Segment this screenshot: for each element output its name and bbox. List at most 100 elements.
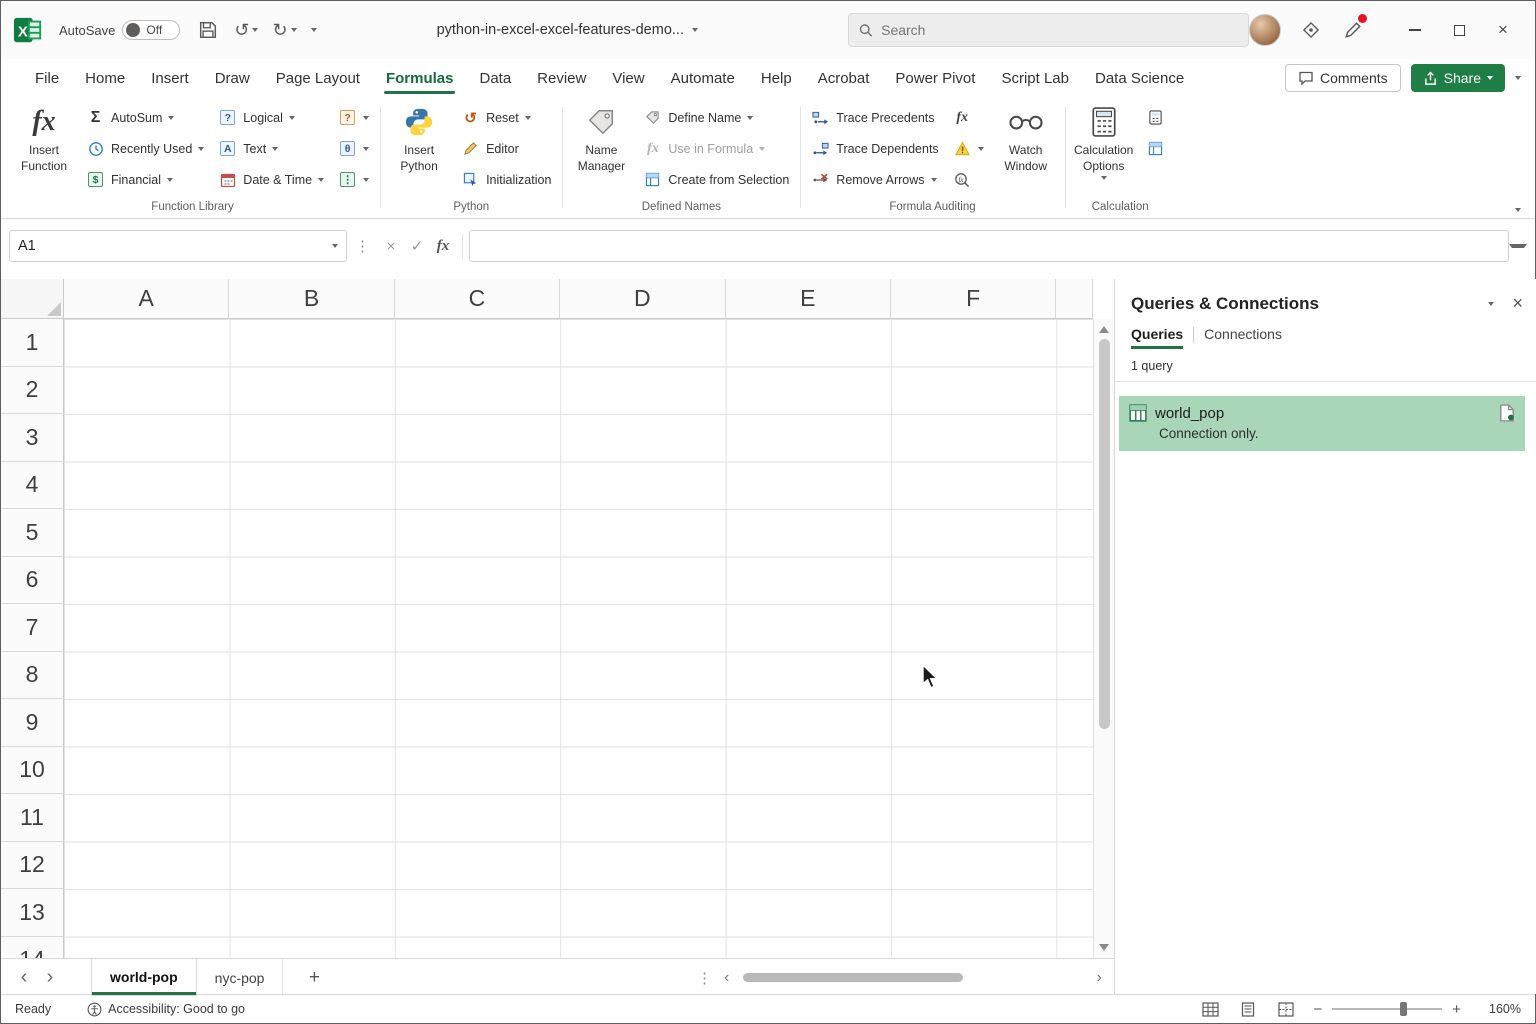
expand-formula-bar-icon[interactable] [1509,244,1527,248]
search-input[interactable] [881,22,1238,38]
page-break-view-button[interactable] [1275,999,1297,1019]
create-from-selection-button[interactable]: Create from Selection [638,164,794,195]
vertical-scrollbar[interactable] [1093,319,1114,958]
scroll-up-icon[interactable] [1099,326,1109,333]
column-header-partial[interactable] [1056,279,1093,319]
python-editor-button[interactable]: Editor [456,133,556,164]
tab-automate[interactable]: Automate [659,64,747,93]
customize-quick-access-button[interactable] [311,28,317,32]
row-header[interactable]: 14 [1,937,64,959]
column-header-c[interactable]: C [395,279,560,319]
search-box[interactable] [848,13,1249,47]
python-initialization-button[interactable]: Initialization [456,164,556,195]
cancel-formula-button[interactable]: × [378,232,404,260]
panel-tab-queries[interactable]: Queries [1131,326,1183,349]
column-header-b[interactable]: B [229,279,394,319]
tab-data[interactable]: Data [467,64,523,93]
accessibility-status[interactable]: Accessibility: Good to go [87,1002,245,1017]
financial-button[interactable]: $ Financial [81,164,209,195]
normal-view-button[interactable] [1199,999,1221,1019]
row-header[interactable]: 8 [1,652,64,700]
autosave-toggle[interactable]: Off [122,20,180,40]
query-item-world-pop[interactable]: world_pop Connection only. [1119,396,1525,451]
tab-page-layout[interactable]: Page Layout [264,64,372,93]
sheet-bar-more-icon[interactable]: ⋮ [687,969,722,987]
row-header[interactable]: 9 [1,699,64,747]
row-header[interactable]: 3 [1,414,64,462]
sheet-tab-world-pop[interactable]: world-pop [91,959,197,996]
formula-bar-handle-icon[interactable]: ⋮ [347,237,378,255]
column-header-a[interactable]: A [64,279,229,319]
tab-review[interactable]: Review [525,64,598,93]
remove-arrows-button[interactable]: Remove Arrows [806,164,943,195]
row-header[interactable]: 12 [1,842,64,890]
text-button[interactable]: A Text [213,133,329,164]
name-box[interactable]: A1 [9,230,347,262]
comments-button[interactable]: Comments [1285,64,1401,92]
tab-formulas[interactable]: Formulas [374,64,466,93]
scroll-right-icon[interactable]: › [1095,969,1104,987]
document-title[interactable]: python-in-excel-excel-features-demo... [437,22,698,38]
zoom-level[interactable]: 160% [1477,1002,1521,1016]
sheet-nav-next-icon[interactable]: › [37,966,63,989]
horizontal-scroll-thumb[interactable] [743,973,963,982]
pen-icon[interactable] [1341,18,1365,42]
tab-view[interactable]: View [600,64,656,93]
tab-insert[interactable]: Insert [139,64,201,93]
panel-chevron-down-icon[interactable] [1488,302,1494,306]
diamond-target-icon[interactable] [1299,18,1323,42]
tab-acrobat[interactable]: Acrobat [806,64,882,93]
tab-file[interactable]: File [23,64,71,93]
show-formulas-button[interactable]: fx [948,102,989,133]
column-header-e[interactable]: E [726,279,891,319]
panel-close-icon[interactable]: × [1512,293,1523,314]
tab-script-lab[interactable]: Script Lab [989,64,1081,93]
math-trig-button[interactable]: θ [333,133,374,164]
row-header[interactable]: 1 [1,319,64,367]
vertical-scroll-thumb[interactable] [1099,339,1110,729]
collapse-ribbon-icon[interactable] [1515,208,1521,212]
share-button[interactable]: Share [1411,64,1505,92]
zoom-in-button[interactable]: + [1452,1001,1461,1018]
calculate-now-button[interactable] [1141,102,1170,133]
column-header-f[interactable]: F [891,279,1056,319]
tab-home[interactable]: Home [73,64,137,93]
avatar[interactable] [1249,14,1281,46]
row-header[interactable]: 5 [1,509,64,557]
row-header[interactable]: 13 [1,889,64,937]
define-name-button[interactable]: Define Name [638,102,794,133]
zoom-slider-thumb[interactable] [1400,1002,1407,1016]
watch-window-button[interactable]: Watch Window [993,99,1059,176]
insert-function-small-button[interactable]: fx [430,232,456,260]
name-manager-button[interactable]: Name Manager [568,99,634,176]
row-header[interactable]: 4 [1,462,64,510]
insert-python-button[interactable]: Insert Python [386,99,452,176]
grid-cells[interactable] [64,319,1093,958]
redo-button[interactable]: ↻ [272,21,296,39]
zoom-out-button[interactable]: − [1313,1001,1322,1018]
date-time-button[interactable]: Date & Time [213,164,329,195]
zoom-slider[interactable] [1332,1008,1442,1010]
lookup-reference-button[interactable]: ? [333,102,374,133]
calculate-sheet-button[interactable] [1141,133,1170,164]
close-button[interactable]: × [1481,10,1525,50]
more-functions-button[interactable]: ⋮ [333,164,374,195]
recently-used-button[interactable]: Recently Used [81,133,209,164]
row-header[interactable]: 6 [1,557,64,605]
select-all-corner[interactable] [1,279,64,319]
logical-button[interactable]: ? Logical [213,102,329,133]
evaluate-formula-button[interactable]: fx [948,164,989,195]
formula-input[interactable] [469,230,1509,262]
insert-function-button[interactable]: fx Insert Function [11,99,77,176]
column-header-d[interactable]: D [560,279,725,319]
tab-draw[interactable]: Draw [203,64,262,93]
minimize-button[interactable] [1393,10,1437,50]
sheet-nav-prev-icon[interactable]: ‹ [11,966,37,989]
python-reset-button[interactable]: ↺ Reset [456,102,556,133]
tab-help[interactable]: Help [749,64,804,93]
maximize-button[interactable] [1437,10,1481,50]
scroll-down-icon[interactable] [1099,944,1109,951]
trace-dependents-button[interactable]: Trace Dependents [806,133,943,164]
row-header[interactable]: 10 [1,747,64,795]
row-header[interactable]: 7 [1,604,64,652]
